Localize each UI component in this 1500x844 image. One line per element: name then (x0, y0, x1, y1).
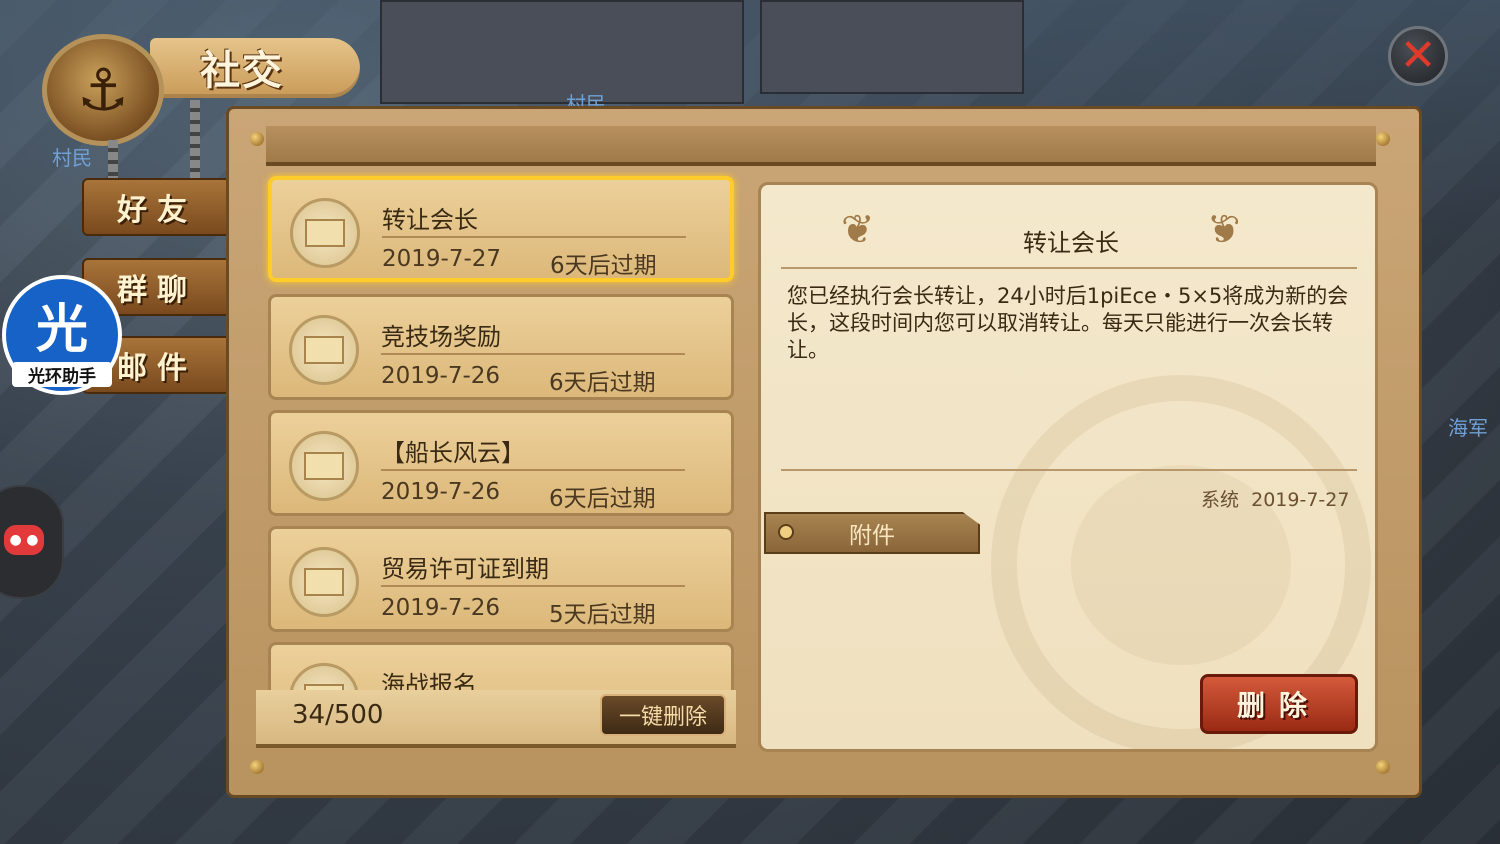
mail-detail-panel: ❦ ❦ 转让会长 您已经执行会长转让，24小时后1piEce・5×5将成为新的会… (758, 182, 1378, 752)
window-title: 社交 (200, 47, 284, 94)
divider (381, 585, 685, 587)
scroll-ornament-left-icon: ❦ (841, 207, 875, 253)
mail-title: 海战报名 (381, 671, 477, 692)
mail-expiry: 5天后过期 (549, 602, 656, 628)
divider (781, 469, 1357, 471)
mail-title: 转让会长 (382, 206, 478, 234)
rivet (1376, 760, 1390, 774)
envelope-icon (289, 431, 359, 501)
detail-date: 2019-7-27 (1251, 489, 1350, 511)
mail-title: 【船长风云】 (381, 439, 525, 467)
background-npc-label: 海军 (1448, 416, 1488, 440)
mail-list-item[interactable]: 海战报名 (268, 642, 734, 692)
mail-title: 贸易许可证到期 (381, 555, 549, 583)
envelope-icon (289, 315, 359, 385)
assistant-label: 光环助手 (12, 362, 112, 387)
mail-list-item[interactable]: 【船长风云】 2019-7-26 6天后过期 (268, 410, 734, 516)
divider (381, 353, 685, 355)
envelope-icon (289, 547, 359, 617)
tab-chain (108, 140, 118, 180)
rivet (250, 132, 264, 146)
mail-date: 2019-7-27 (382, 246, 502, 272)
rivet (1376, 132, 1390, 146)
close-icon: ✕ (1399, 30, 1437, 81)
panel-header-strip (266, 126, 1376, 166)
mail-list-item[interactable]: 贸易许可证到期 2019-7-26 5天后过期 (268, 526, 734, 632)
mail-date: 2019-7-26 (381, 595, 501, 621)
tab-chain (190, 100, 200, 180)
anchor-icon: ⚓ (42, 34, 164, 146)
gamepad-icon: ● ● (4, 525, 44, 555)
close-button[interactable]: ✕ (1388, 26, 1448, 86)
mail-list-item[interactable]: 转让会长 2019-7-27 6天后过期 (268, 176, 734, 282)
assistant-floating-button[interactable]: 光 光环助手 (2, 275, 122, 395)
background-building (760, 0, 1024, 94)
background-npc-label: 村民 (52, 146, 92, 170)
pin-icon (778, 524, 794, 540)
background-building (380, 0, 744, 104)
assistant-logo-glyph: 光 (35, 300, 88, 360)
divider (781, 267, 1357, 269)
tab-mail-label: 邮件 (117, 351, 197, 386)
mail-title: 竞技场奖励 (381, 323, 501, 351)
attachment-label: 附件 (849, 523, 895, 549)
mail-list-item[interactable]: 竞技场奖励 2019-7-26 6天后过期 (268, 294, 734, 400)
divider (381, 469, 685, 471)
detail-sender-date: 系统 2019-7-27 (1201, 485, 1349, 512)
tab-friends-label: 好友 (117, 193, 197, 228)
envelope-icon (290, 198, 360, 268)
delete-label: 删除 (1236, 689, 1321, 722)
detail-title: 转让会长 (1023, 229, 1119, 257)
divider (382, 236, 686, 238)
gamepad-floating-button[interactable]: ● ● (0, 485, 64, 599)
delete-all-button[interactable]: 一键删除 (600, 694, 726, 736)
mail-expiry: 6天后过期 (549, 486, 656, 512)
mail-list[interactable]: 转让会长 2019-7-27 6天后过期 竞技场奖励 2019-7-26 6天后… (262, 172, 740, 692)
delete-button[interactable]: 删除 (1200, 674, 1358, 734)
mail-expiry: 6天后过期 (550, 253, 657, 279)
scroll-ornament-right-icon: ❦ (1207, 207, 1241, 253)
mail-count: 34/500 (292, 700, 384, 730)
attachment-tab[interactable]: 附件 (764, 512, 980, 554)
mail-date: 2019-7-26 (381, 363, 501, 389)
mail-expiry: 6天后过期 (549, 370, 656, 396)
mail-date: 2019-7-26 (381, 479, 501, 505)
detail-sender: 系统 (1201, 489, 1240, 511)
tab-group-chat-label: 群聊 (117, 273, 197, 308)
detail-body: 您已经执行会长转让，24小时后1piEce・5×5将成为新的会长，这段时间内您可… (787, 284, 1349, 362)
tab-friends[interactable]: 好友 (82, 178, 232, 236)
rivet (250, 760, 264, 774)
envelope-icon (289, 663, 359, 692)
